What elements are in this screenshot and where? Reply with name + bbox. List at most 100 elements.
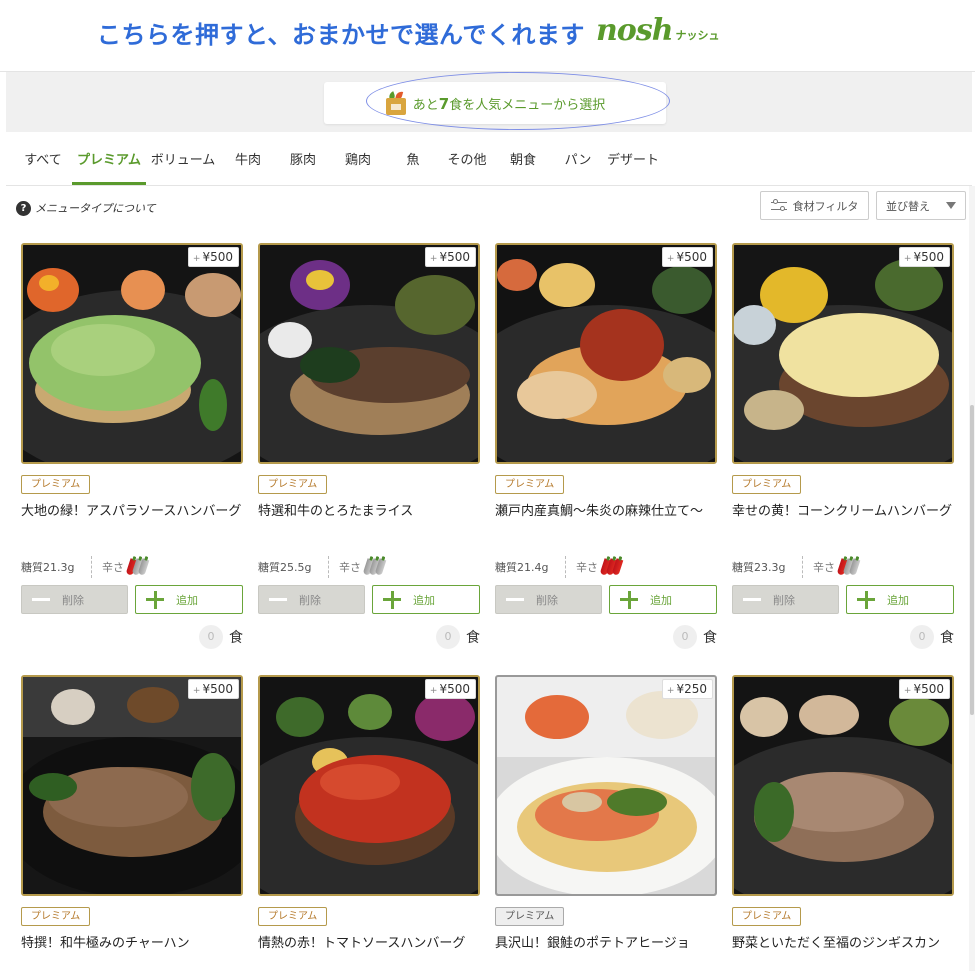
minus-icon [506, 598, 524, 601]
remove-button[interactable]: 削除 [21, 585, 128, 614]
price-badge: + ¥500 [187, 247, 239, 267]
premium-tag: プレミアム [258, 475, 328, 494]
top-banner[interactable]: こちらを押すと、おまかせで選んでくれます nosh ナッシュ [0, 0, 975, 72]
premium-tag: プレミアム [21, 907, 91, 926]
add-button[interactable]: 追加 [609, 585, 717, 614]
nosh-logo: nosh [596, 13, 674, 48]
menu-name[interactable]: 情熱の赤！トマトソースハンバーグ [258, 933, 480, 955]
sort-label: 並び替え [886, 199, 930, 213]
banner-text[interactable]: こちらを押すと、おまかせで選んでくれます [97, 15, 585, 50]
quantity: 0食 [199, 625, 243, 649]
menu-name[interactable]: 大地の緑！アスパラソースハンバーグ [21, 501, 243, 523]
quantity-count: 0 [910, 625, 934, 649]
product-photo[interactable]: + ¥500 [732, 675, 954, 896]
quantity-count: 0 [673, 625, 697, 649]
plus-icon [857, 590, 875, 609]
add-button[interactable]: 追加 [135, 585, 243, 614]
nutrition-row: 糖質23.3g 辛さ [732, 556, 954, 578]
spice-label: 辛さ [576, 561, 598, 574]
add-button[interactable]: 追加 [372, 585, 480, 614]
tab-chicken[interactable]: 鶏肉 [338, 132, 378, 185]
tab-all[interactable]: すべて [16, 132, 70, 185]
menu-name[interactable]: 野菜といただく至福のジンギスカン [732, 933, 954, 955]
remaining-count: 7 [438, 94, 450, 113]
menu-type-info-link[interactable]: ? メニュータイプについて [16, 200, 156, 216]
menu-name[interactable]: 瀬戸内産真鯛〜朱炎の麻辣仕立て〜 [495, 501, 717, 523]
price-badge: + ¥500 [187, 679, 239, 699]
tab-breakfast[interactable]: 朝食 [505, 132, 541, 185]
tab-bread[interactable]: パン [561, 132, 595, 185]
quantity: 0食 [910, 625, 954, 649]
menu-type-label: メニュータイプについて [35, 202, 156, 215]
minus-icon [269, 598, 287, 601]
product-photo[interactable]: + ¥500 [21, 675, 243, 896]
price-badge: + ¥500 [424, 247, 476, 267]
remove-button[interactable]: 削除 [495, 585, 602, 614]
tab-volume[interactable]: ボリューム [150, 132, 216, 185]
premium-tag: プレミアム [732, 907, 802, 926]
quantity-count: 0 [436, 625, 460, 649]
tab-other[interactable]: その他 [444, 132, 490, 185]
remove-button[interactable]: 削除 [258, 585, 365, 614]
quantity: 0食 [436, 625, 480, 649]
premium-tag: プレミアム [495, 475, 565, 494]
remove-button[interactable]: 削除 [732, 585, 839, 614]
menu-name[interactable]: 幸せの黄！コーンクリームハンバーグ [732, 501, 954, 523]
tab-beef[interactable]: 牛肉 [228, 132, 268, 185]
product-photo[interactable]: + ¥500 [732, 243, 954, 464]
tab-pork[interactable]: 豚肉 [283, 132, 323, 185]
premium-tag: プレミアム [495, 907, 565, 926]
premium-tag: プレミアム [21, 475, 91, 494]
price-badge: + ¥500 [661, 247, 713, 267]
spice-level [836, 558, 861, 576]
question-icon: ? [16, 200, 31, 216]
caret-down-icon [946, 202, 956, 209]
ingredient-filter-button[interactable]: 食材フィルタ [760, 191, 869, 220]
carb-value: 糖質21.4g [495, 561, 549, 574]
product-photo[interactable]: + ¥500 [21, 243, 243, 464]
nutrition-row: 糖質21.3g 辛さ [21, 556, 243, 578]
product-photo[interactable]: + ¥500 [258, 243, 480, 464]
quantity: 0食 [673, 625, 717, 649]
select-popular-button[interactable]: あと7食を人気メニューから選択 [324, 82, 666, 124]
minus-icon [743, 598, 761, 601]
plus-icon [383, 590, 401, 609]
filter-sliders-icon [770, 199, 787, 212]
brand: nosh ナッシュ [596, 16, 720, 46]
product-photo[interactable]: + ¥250 [495, 675, 717, 896]
nutrition-row: 糖質21.4g 辛さ [495, 556, 717, 578]
price-badge: + ¥500 [424, 679, 476, 699]
menu-name[interactable]: 特選和牛のとろたまライス [258, 501, 480, 523]
carb-value: 糖質25.5g [258, 561, 312, 574]
product-photo[interactable]: + ¥500 [495, 243, 717, 464]
plus-icon [620, 590, 638, 609]
add-button[interactable]: 追加 [846, 585, 954, 614]
select-popular-label: あと7食を人気メニューから選択 [412, 94, 606, 113]
price-badge: + ¥500 [898, 679, 950, 699]
brand-kana: ナッシュ [675, 29, 720, 42]
spice-label: 辛さ [102, 561, 124, 574]
scrollbar-thumb[interactable] [970, 405, 974, 715]
tab-dessert[interactable]: デザート [604, 132, 662, 185]
menu-name[interactable]: 具沢山！銀鮭のポテトアヒージョ [495, 933, 717, 955]
tab-fish[interactable]: 魚 [399, 132, 427, 185]
spice-label: 辛さ [339, 561, 361, 574]
premium-tag: プレミアム [258, 907, 328, 926]
minus-icon [32, 598, 50, 601]
carb-value: 糖質23.3g [732, 561, 786, 574]
price-badge: + ¥500 [898, 247, 950, 267]
spice-level [362, 558, 387, 576]
spice-label: 辛さ [813, 561, 835, 574]
filter-label: 食材フィルタ [792, 199, 859, 213]
plus-icon [146, 590, 164, 609]
category-tabs: すべて プレミアム ボリューム 牛肉 豚肉 鶏肉 魚 その他 朝食 パン デザー… [6, 132, 972, 186]
tab-premium[interactable]: プレミアム [72, 132, 146, 185]
nutrition-row: 糖質25.5g 辛さ [258, 556, 480, 578]
sort-select[interactable]: 並び替え [876, 191, 966, 220]
product-photo[interactable]: + ¥500 [258, 675, 480, 896]
premium-tag: プレミアム [732, 475, 802, 494]
price-badge: + ¥250 [661, 679, 713, 699]
carb-value: 糖質21.3g [21, 561, 75, 574]
menu-name[interactable]: 特撰！和牛極みのチャーハン [21, 933, 243, 955]
spice-level [599, 558, 624, 576]
